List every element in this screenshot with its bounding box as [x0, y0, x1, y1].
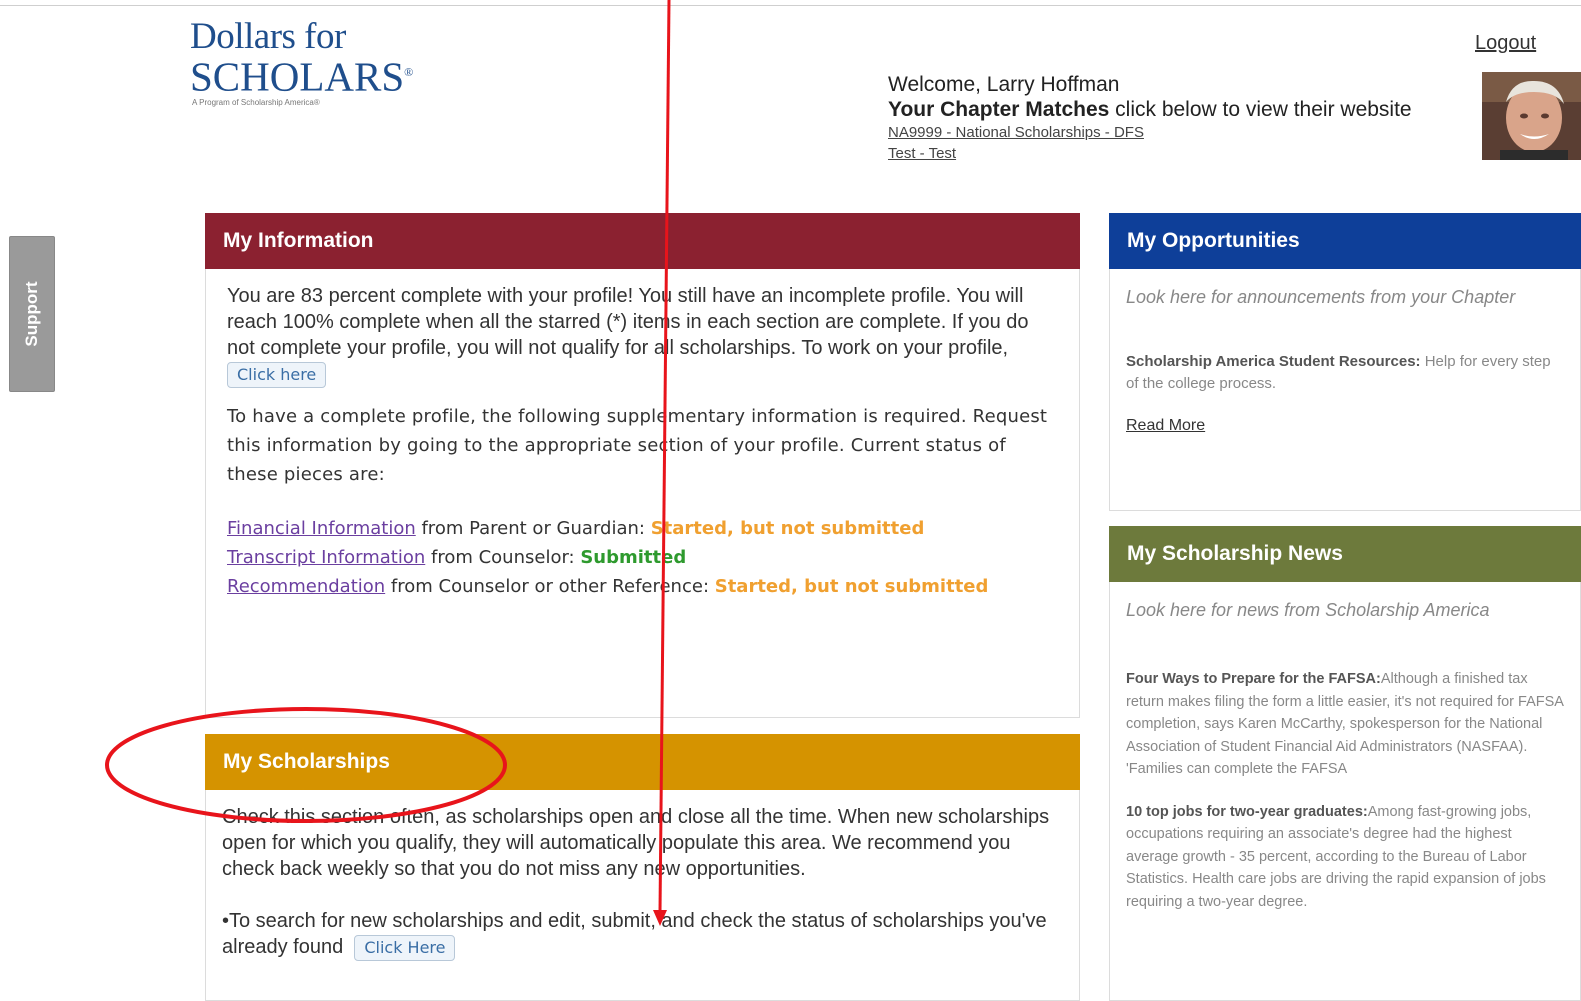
support-tab[interactable]: Support [9, 236, 55, 392]
student-resources-text: Scholarship America Student Resources: H… [1126, 353, 1551, 392]
chapter-link[interactable]: Test - Test [888, 143, 1478, 164]
logout-link[interactable]: Logout [1475, 32, 1536, 55]
transcript-information-link[interactable]: Transcript Information [227, 547, 425, 568]
profile-completion-text: You are 83 percent complete with your pr… [227, 283, 1059, 388]
my-scholarship-news-header: My Scholarship News [1109, 526, 1581, 582]
read-more-link[interactable]: Read More [1126, 417, 1564, 435]
status-row-recommendation: Recommendation from Counselor or other R… [227, 575, 989, 597]
avatar [1482, 72, 1581, 160]
top-border [0, 0, 1581, 6]
supplementary-info-text: To have a complete profile, the followin… [227, 405, 1048, 485]
my-scholarships-panel: My Scholarships Check this section often… [205, 734, 1080, 1001]
support-tab-label: Support [22, 281, 41, 347]
financial-information-link[interactable]: Financial Information [227, 518, 416, 539]
status-row-transcript: Transcript Information from Counselor: S… [227, 546, 687, 568]
logo-line-1: Dollars for [190, 16, 346, 57]
chapter-link[interactable]: NA9999 - National Scholarships - DFS [888, 122, 1478, 143]
my-opportunities-panel: My Opportunities Look here for announcem… [1109, 213, 1581, 511]
my-opportunities-header: My Opportunities [1109, 213, 1581, 269]
my-information-body: You are 83 percent complete with your pr… [205, 269, 1080, 718]
my-scholarship-news-body: Look here for news from Scholarship Amer… [1109, 582, 1581, 1001]
chapter-matches-text: Your Chapter Matches click below to view… [888, 98, 1412, 121]
my-scholarship-news-panel: My Scholarship News Look here for news f… [1109, 526, 1581, 1001]
status-list: Financial Information from Parent or Gua… [227, 514, 1059, 601]
scholarships-click-here-button[interactable]: Click Here [354, 934, 456, 961]
my-scholarships-header[interactable]: My Scholarships [205, 734, 1080, 790]
status-row-financial: Financial Information from Parent or Gua… [227, 517, 925, 539]
status-badge: Started, but not submitted [714, 575, 989, 597]
scholarships-search-text: •To search for new scholarships and edit… [222, 908, 1059, 961]
news-item[interactable]: 10 top jobs for two-year graduates:Among… [1126, 801, 1564, 914]
my-scholarships-body: Check this section often, as scholarship… [205, 790, 1080, 1001]
recommendation-link[interactable]: Recommendation [227, 576, 385, 597]
logo-line-2: SCHOLARS® [190, 53, 414, 100]
opportunities-intro: Look here for announcements from your Ch… [1126, 287, 1516, 307]
welcome-block: Welcome, Larry Hoffman Your Chapter Matc… [888, 73, 1478, 164]
my-information-panel: My Information You are 83 percent comple… [205, 213, 1080, 718]
dollars-for-scholars-logo[interactable]: Dollars for SCHOLARS® A Program of Schol… [190, 16, 414, 107]
scholarships-intro-text: Check this section often, as scholarship… [222, 806, 1050, 880]
my-opportunities-body: Look here for announcements from your Ch… [1109, 269, 1581, 511]
news-item[interactable]: Four Ways to Prepare for the FAFSA:Altho… [1126, 668, 1564, 781]
status-badge: Started, but not submitted [650, 517, 925, 539]
welcome-text: Welcome, Larry Hoffman [888, 73, 1120, 96]
my-information-header: My Information [205, 213, 1080, 269]
news-intro: Look here for news from Scholarship Amer… [1126, 600, 1490, 620]
status-badge: Submitted [580, 546, 687, 568]
profile-click-here-button[interactable]: Click here [227, 361, 327, 388]
